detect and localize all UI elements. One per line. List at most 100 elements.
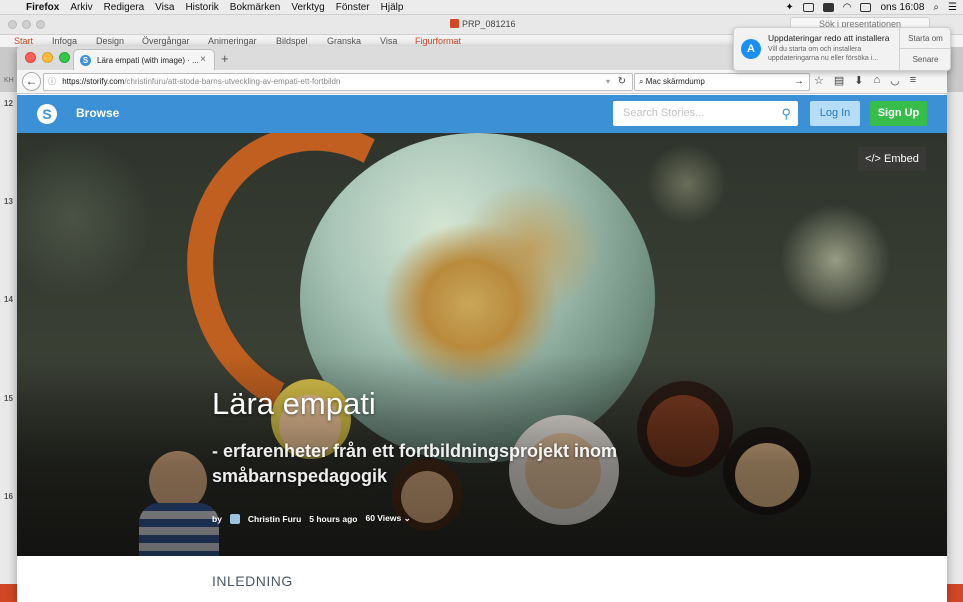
story-search-input[interactable]: Search Stories... ⚲ [613,101,798,126]
display-icon[interactable] [822,3,834,12]
ruler-number: 16 [4,492,13,501]
new-tab-icon[interactable]: + [221,51,229,66]
ribbon-tab-animeringar[interactable]: Animeringar [208,36,257,46]
story-time: 5 hours ago [309,513,358,524]
storify-logo-icon[interactable]: S [37,104,57,124]
notification-title: Uppdateringar redo att installera [768,33,890,43]
back-arrow-icon[interactable]: ← [22,72,41,91]
extension-icon[interactable]: ✦ [785,2,793,13]
ppt-close-icon[interactable] [8,20,17,29]
ribbon-tab-overgangar[interactable]: Övergångar [142,36,190,46]
menu-fonster[interactable]: Fönster [336,2,370,13]
ruler-number: 14 [4,295,13,304]
menu-visa[interactable]: Visa [155,2,174,13]
menu-arkiv[interactable]: Arkiv [70,2,92,13]
menu-hjalp[interactable]: Hjälp [381,2,404,13]
url-path: /christinfuru/att-stoda-barns-utveckling… [124,77,341,86]
url-dropdown-icon[interactable]: ▾ [606,74,610,90]
menu-historik[interactable]: Historik [185,2,218,13]
browser-search-input[interactable]: ⌕ Mac skärmdump → [634,73,810,91]
story-subtitle: - erfarenheter från ett fortbildningspro… [212,441,618,486]
ribbon-tab-infoga[interactable]: Infoga [52,36,77,46]
pocket-icon[interactable]: ◡ [890,74,900,87]
powerpoint-window-controls [8,20,45,29]
section-heading: INLEDNING [212,573,293,589]
powerpoint-vertical-ruler: 12 13 14 15 16 [0,92,17,592]
story-search-placeholder: Search Stories... [623,107,705,119]
storify-header: S Browse Search Stories... ⚲ Log In Sign… [17,95,947,133]
minimize-window-icon[interactable] [42,52,53,63]
ribbon-tab-bildspel[interactable]: Bildspel [276,36,308,46]
views-dropdown[interactable]: 60 Views ⌄ [365,513,410,524]
home-icon[interactable]: ⌂ [874,74,881,87]
story-hero-image: </> Embed Lära empati - erfarenheter frå… [17,133,947,556]
wifi-icon[interactable]: ◠ [843,2,852,13]
bookmark-star-icon[interactable]: ☆ [814,74,824,87]
macos-menubar: Firefox Arkiv Redigera Visa Historik Bok… [0,0,963,15]
embed-button[interactable]: </> Embed [858,147,926,171]
powerpoint-document-title: PRP_081216 [450,19,516,29]
reload-icon[interactable]: ↻ [618,74,626,90]
story-content: INLEDNING [17,556,947,602]
notification-center-icon[interactable]: ☰ [948,2,957,13]
browser-tab-active[interactable]: S Lära empati (with image) · ... × [73,49,215,70]
ruler-number: 15 [4,394,13,403]
search-icon[interactable]: ⚲ [781,101,791,126]
menu-app-firefox[interactable]: Firefox [26,2,59,13]
code-icon: </> [865,153,885,165]
ribbon-tab-design[interactable]: Design [96,36,124,46]
menubar-status-area: ✦ ◠ ons 16:08 ⌕ ☰ [785,0,957,15]
browser-search-value: Mac skärmdump [645,77,705,86]
download-icon[interactable]: ⬇ [854,74,863,87]
menu-bokmarken[interactable]: Bokmärken [230,2,281,13]
notification-buttons: Starta om Senare [899,28,951,70]
ribbon-tab-visa[interactable]: Visa [380,36,397,46]
powerpoint-kh-label: KH [4,77,14,84]
ribbon-tab-figurformat[interactable]: Figurformat [415,36,461,46]
clock[interactable]: ons 16:08 [880,2,924,13]
battery-icon[interactable] [860,3,872,12]
window-controls [25,52,70,63]
ppt-zoom-icon[interactable] [36,20,45,29]
powerpoint-right-edge [947,92,963,592]
by-label: by [212,513,222,524]
embed-label: Embed [884,153,919,165]
author-avatar[interactable] [229,513,240,524]
zoom-window-icon[interactable] [59,52,70,63]
browser-toolbar-icons: ☆ ▤ ⬇ ⌂ ◡ ≡ [814,74,916,87]
story-title: Lära empati [212,386,376,421]
url-host: https://storify.com [62,77,125,86]
update-notification[interactable]: A Uppdateringar redo att installera Vill… [733,27,951,71]
ruler-number: 13 [4,197,13,206]
tab-title: Lära empati (with image) · ... [97,55,199,65]
app-store-icon: A [741,39,761,59]
navigation-toolbar: ← ⓘ https://storify.com/christinfuru/att… [17,70,947,94]
reading-list-icon[interactable]: ▤ [834,74,844,87]
powerpoint-file-icon [450,19,459,28]
hamburger-menu-icon[interactable]: ≡ [910,74,916,87]
browse-link[interactable]: Browse [76,106,119,120]
restart-button[interactable]: Starta om [900,28,951,49]
url-bar[interactable]: ⓘ https://storify.com/christinfuru/att-s… [43,73,633,91]
later-button[interactable]: Senare [900,49,951,70]
close-tab-icon[interactable]: × [200,54,206,65]
menu-verktyg[interactable]: Verktyg [291,2,324,13]
close-window-icon[interactable] [25,52,36,63]
firefox-window: S Lära empati (with image) · ... × + ← ⓘ… [17,46,947,602]
search-icon: ⌕ [639,77,646,86]
ppt-minimize-icon[interactable] [22,20,31,29]
site-info-icon[interactable]: ⓘ [48,77,56,86]
menu-redigera[interactable]: Redigera [104,2,145,13]
airplay-icon[interactable] [802,3,814,12]
notification-body: Vill du starta om och installera uppdate… [768,46,879,62]
spotlight-search-icon[interactable]: ⌕ [933,2,939,13]
login-button[interactable]: Log In [810,101,860,126]
search-go-arrow-icon[interactable]: → [794,74,804,90]
author-link[interactable]: Christin Furu [248,514,301,524]
ruler-number: 12 [4,99,13,108]
ribbon-tab-start[interactable]: Start [14,36,33,46]
storify-favicon-icon: S [80,54,91,66]
signup-button[interactable]: Sign Up [870,101,927,126]
ribbon-tab-granska[interactable]: Granska [327,36,361,46]
story-meta: by Christin Furu 5 hours ago 60 Views ⌄ [212,513,411,524]
